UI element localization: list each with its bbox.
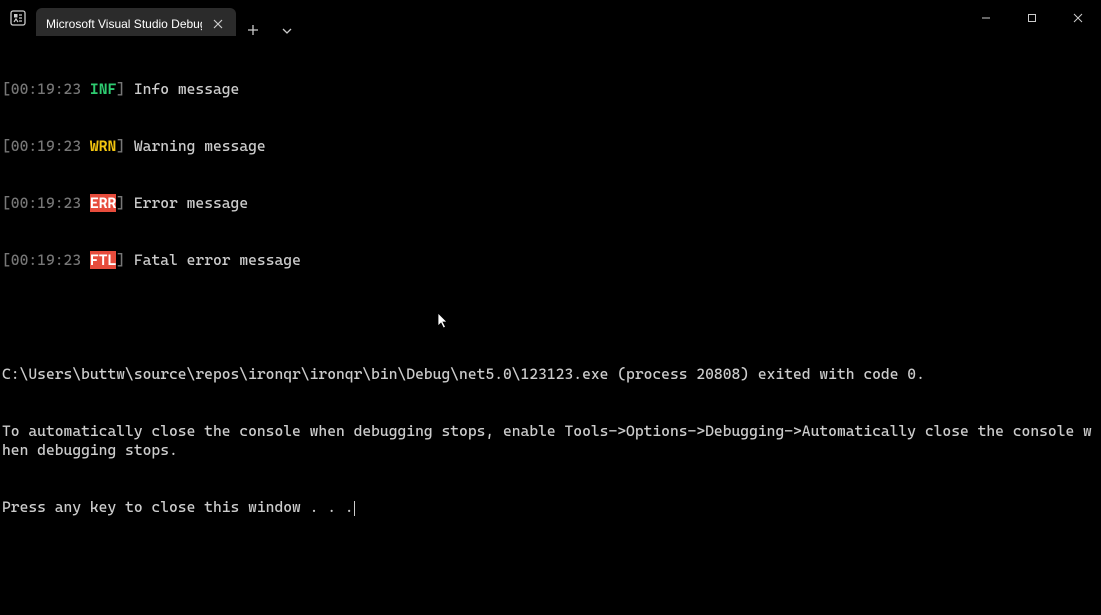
log-line: [00:19:23 INF] Info message [2,80,1099,99]
log-line: [00:19:23 FTL] Fatal error message [2,251,1099,270]
app-icon [0,0,36,36]
log-message: Fatal error message [134,251,301,269]
level-inf: INF [90,80,116,98]
text-caret [354,501,355,516]
minimize-button[interactable] [963,0,1009,36]
level-wrn: WRN [90,137,116,155]
press-key-message: Press any key to close this window . . . [2,498,354,516]
timestamp: 00:19:23 [11,137,81,155]
tabs-area: Microsoft Visual Studio Debug [36,0,304,36]
log-line: [00:19:23 ERR] Error message [2,194,1099,213]
titlebar: Microsoft Visual Studio Debug [0,0,1101,36]
level-err: ERR [90,194,116,212]
titlebar-drag-region[interactable] [304,0,963,36]
timestamp: 00:19:23 [11,251,81,269]
close-window-button[interactable] [1055,0,1101,36]
timestamp: 00:19:23 [11,80,81,98]
new-tab-button[interactable] [236,24,270,36]
exit-message: C:\Users\buttw\source\repos\ironqr\ironq… [2,365,1099,384]
tab-dropdown-button[interactable] [270,26,304,36]
window-controls [963,0,1101,36]
level-ftl: FTL [90,251,116,269]
log-message: Warning message [134,137,266,155]
maximize-button[interactable] [1009,0,1055,36]
log-message: Info message [134,80,239,98]
terminal-body[interactable]: [00:19:23 INF] Info message [00:19:23 WR… [0,36,1101,615]
log-message: Error message [134,194,248,212]
timestamp: 00:19:23 [11,194,81,212]
close-icon[interactable] [210,16,226,32]
tab-title: Microsoft Visual Studio Debug [46,17,202,31]
hint-message: To automatically close the console when … [2,422,1099,460]
log-line: [00:19:23 WRN] Warning message [2,137,1099,156]
